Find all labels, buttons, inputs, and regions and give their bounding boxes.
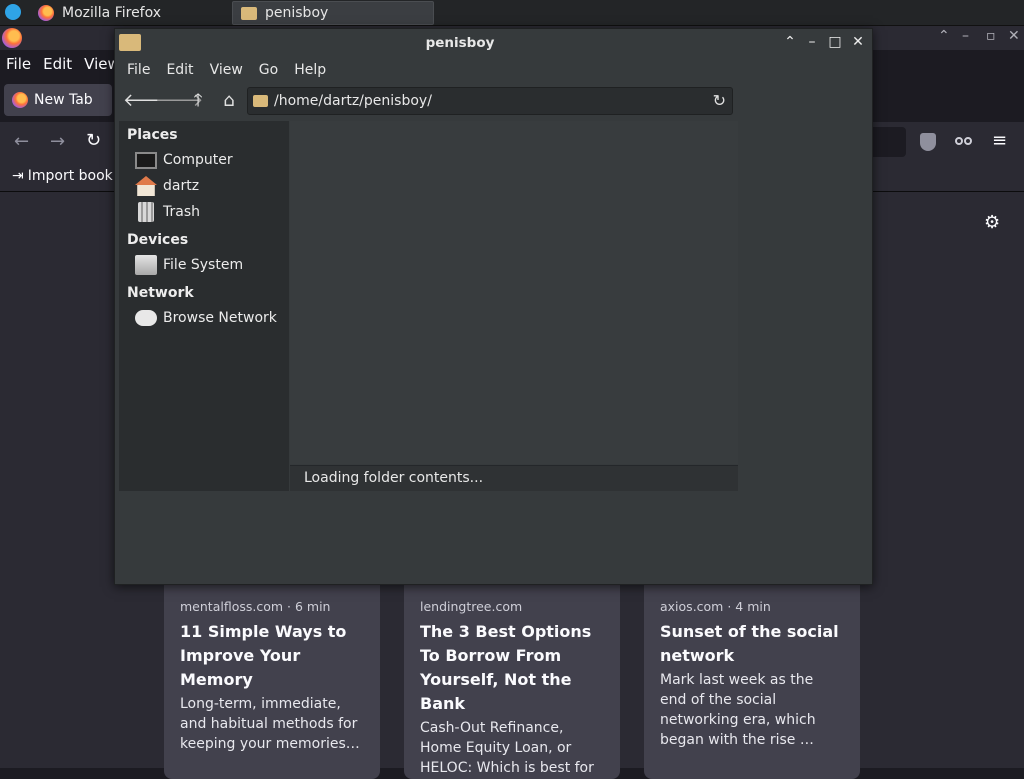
reload-icon[interactable]: ↻ bbox=[86, 130, 101, 151]
home-icon[interactable]: ⌂ bbox=[216, 89, 242, 113]
firefox-menu-edit[interactable]: Edit bbox=[37, 55, 78, 73]
hamburger-menu-icon[interactable]: ≡ bbox=[992, 130, 1007, 151]
import-bookmarks-label: Import book bbox=[27, 168, 113, 184]
fm-menu-help[interactable]: Help bbox=[286, 62, 334, 78]
firefox-close-button[interactable]: ✕ bbox=[1008, 28, 1020, 44]
location-bar[interactable]: /home/dartz/penisboy/ ↻ bbox=[247, 87, 733, 115]
cloud-icon bbox=[135, 310, 157, 326]
folder-icon bbox=[253, 95, 268, 107]
taskbar-firefox-button[interactable]: Mozilla Firefox bbox=[30, 1, 230, 25]
firefox-icon bbox=[38, 5, 54, 21]
reload-icon[interactable]: ↻ bbox=[713, 91, 726, 110]
story-title: Sunset of the social network bbox=[660, 622, 839, 665]
sidebar-item-trash[interactable]: Trash bbox=[135, 201, 200, 223]
taskbar: Mozilla Firefox penisboy bbox=[0, 0, 1024, 26]
firefox-menu-file[interactable]: File bbox=[0, 55, 37, 73]
forward-icon[interactable]: 🡒 bbox=[155, 89, 203, 113]
firefox-restore-button[interactable]: – bbox=[962, 28, 969, 44]
sidebar-item-label: Browse Network bbox=[163, 310, 277, 326]
fm-titlebar[interactable]: penisboy ⌃ – □ ✕ bbox=[115, 29, 872, 57]
places-header: Places bbox=[127, 127, 178, 143]
sidebar-item-label: dartz bbox=[163, 178, 200, 194]
firefox-icon bbox=[2, 28, 22, 48]
sidebar-item-filesystem[interactable]: File System bbox=[135, 254, 243, 276]
story-source: lendingtree.com bbox=[420, 599, 523, 614]
status-text: Loading folder contents... bbox=[304, 470, 484, 486]
fm-file-view[interactable] bbox=[290, 121, 738, 464]
file-manager-window: penisboy ⌃ – □ ✕ File Edit View Go Help … bbox=[114, 28, 873, 585]
sidebar-item-label: Computer bbox=[163, 152, 233, 168]
taskbar-filemanager-label: penisboy bbox=[265, 5, 329, 21]
tab-title: New Tab bbox=[34, 92, 93, 108]
story-description: Cash-Out Refinance, Home Equity Loan, or… bbox=[420, 720, 594, 776]
settings-gear-icon[interactable]: ⚙ bbox=[984, 212, 1000, 233]
import-bookmarks-button[interactable]: ⇥ Import book bbox=[12, 168, 113, 184]
fm-statusbar: Loading folder contents... bbox=[290, 465, 738, 491]
firefox-tab-newtab[interactable]: New Tab bbox=[4, 84, 112, 116]
story-source: axios.com · 4 min bbox=[660, 599, 771, 614]
drive-icon bbox=[135, 255, 157, 275]
sidebar-item-label: Trash bbox=[163, 204, 200, 220]
story-source: mentalfloss.com · 6 min bbox=[180, 599, 331, 614]
fm-menu-edit[interactable]: Edit bbox=[158, 62, 201, 78]
app-menu-icon[interactable] bbox=[5, 4, 21, 20]
privacy-badger-icon[interactable] bbox=[955, 134, 973, 148]
taskbar-firefox-label: Mozilla Firefox bbox=[62, 5, 162, 21]
forward-icon[interactable]: → bbox=[50, 131, 65, 152]
story-title: 11 Simple Ways to Improve Your Memory bbox=[180, 622, 347, 689]
firefox-icon bbox=[12, 92, 28, 108]
devices-header: Devices bbox=[127, 232, 189, 248]
fm-menu-view[interactable]: View bbox=[202, 62, 251, 78]
folder-icon bbox=[241, 6, 257, 20]
ublock-shield-icon[interactable] bbox=[920, 133, 936, 151]
story-title: The 3 Best Options To Borrow From Yourse… bbox=[420, 622, 592, 713]
sidebar-item-label: File System bbox=[163, 257, 244, 273]
sidebar-item-computer[interactable]: Computer bbox=[135, 149, 233, 171]
fm-menubar: File Edit View Go Help bbox=[115, 57, 872, 83]
fm-minimize-button[interactable]: – bbox=[803, 33, 821, 51]
fm-menu-file[interactable]: File bbox=[119, 62, 158, 78]
import-icon: ⇥ bbox=[12, 168, 24, 184]
sidebar-item-browse-network[interactable]: Browse Network bbox=[135, 307, 277, 329]
sidebar-item-home[interactable]: dartz bbox=[135, 175, 199, 197]
back-icon[interactable]: 🡐 bbox=[123, 89, 171, 113]
firefox-maximize-button[interactable]: ▫ bbox=[986, 28, 996, 44]
trash-icon bbox=[138, 202, 154, 222]
firefox-minimize-button[interactable]: ⌃ bbox=[938, 28, 950, 44]
computer-icon bbox=[135, 151, 157, 169]
up-icon[interactable]: 🡑 bbox=[185, 89, 211, 113]
back-icon[interactable]: ← bbox=[14, 131, 29, 152]
home-folder-icon bbox=[135, 176, 157, 196]
story-description: Mark last week as the end of the social … bbox=[660, 672, 816, 748]
story-description: Long-term, immediate, and habitual metho… bbox=[180, 696, 360, 752]
fm-sidebar: Places Computer dartz Trash Devices File… bbox=[119, 121, 289, 491]
location-path: /home/dartz/penisboy/ bbox=[274, 93, 432, 109]
network-header: Network bbox=[127, 285, 194, 301]
fm-menu-go[interactable]: Go bbox=[251, 62, 286, 78]
fm-shade-button[interactable]: ⌃ bbox=[781, 33, 799, 51]
fm-window-title: penisboy bbox=[425, 35, 495, 51]
fm-close-button[interactable]: ✕ bbox=[849, 33, 867, 51]
taskbar-filemanager-button[interactable]: penisboy bbox=[232, 1, 434, 25]
fm-maximize-button[interactable]: □ bbox=[826, 33, 844, 51]
